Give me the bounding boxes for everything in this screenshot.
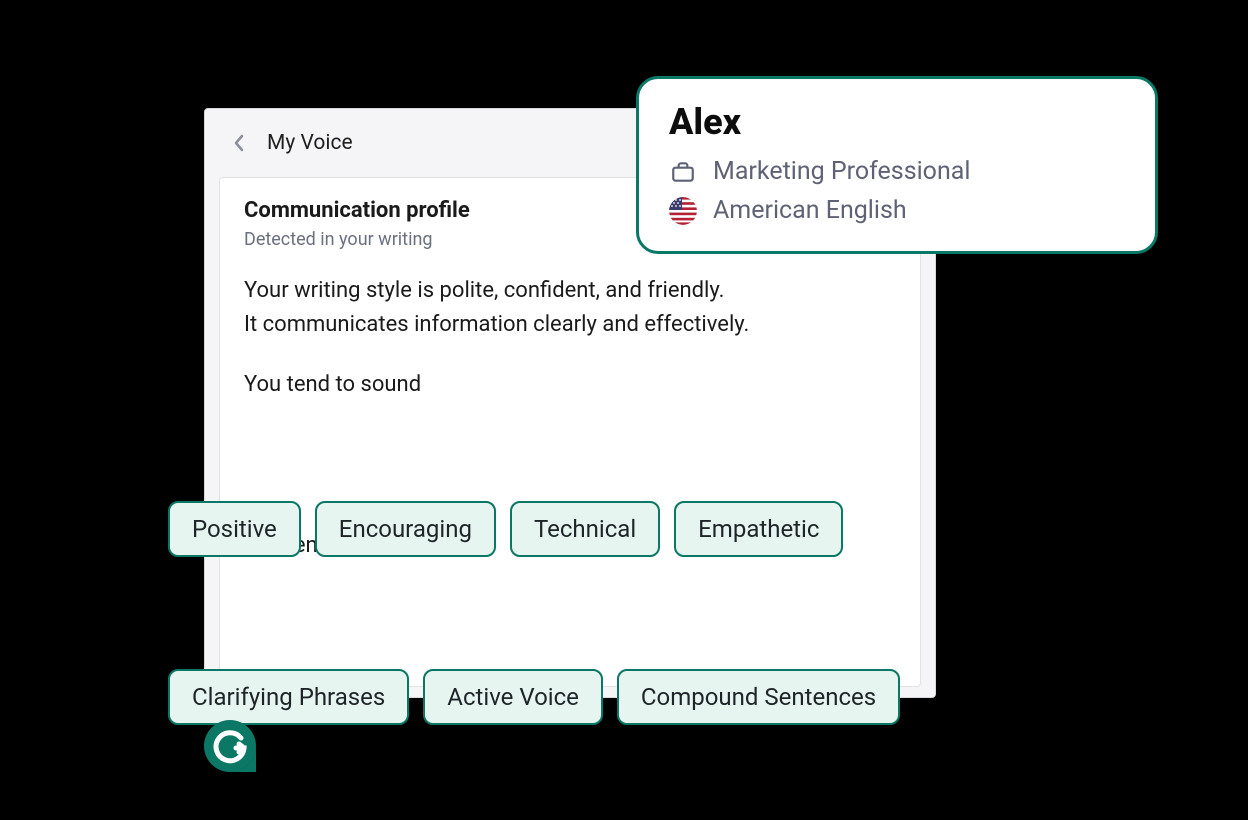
tag-clarifying-phrases[interactable]: Clarifying Phrases <box>168 669 409 725</box>
user-profile-card: Alex Marketing Professional <box>636 76 1158 254</box>
tag-technical[interactable]: Technical <box>510 501 660 557</box>
tag-positive[interactable]: Positive <box>168 501 301 557</box>
sound-label: You tend to sound <box>244 372 896 397</box>
user-role-row: Marketing Professional <box>669 157 1125 186</box>
sound-tags-row: Positive Encouraging Technical Empatheti… <box>168 501 843 557</box>
description-line: It communicates information clearly and … <box>244 308 896 342</box>
panel-title: My Voice <box>267 131 353 155</box>
use-tags-row: Clarifying Phrases Active Voice Compound… <box>168 669 900 725</box>
briefcase-icon <box>669 158 697 186</box>
user-name: Alex <box>669 101 1125 143</box>
user-role: Marketing Professional <box>713 157 970 186</box>
chevron-left-icon <box>233 134 245 152</box>
profile-description: Your writing style is polite, confident,… <box>244 274 896 342</box>
user-language: American English <box>713 196 907 225</box>
back-button[interactable] <box>229 133 249 153</box>
grammarly-logo-icon <box>204 720 256 772</box>
description-line: Your writing style is polite, confident,… <box>244 274 896 308</box>
tag-active-voice[interactable]: Active Voice <box>423 669 603 725</box>
tag-encouraging[interactable]: Encouraging <box>315 501 496 557</box>
us-flag-icon <box>669 197 697 225</box>
tag-compound-sentences[interactable]: Compound Sentences <box>617 669 900 725</box>
user-language-row: American English <box>669 196 1125 225</box>
tag-empathetic[interactable]: Empathetic <box>674 501 843 557</box>
